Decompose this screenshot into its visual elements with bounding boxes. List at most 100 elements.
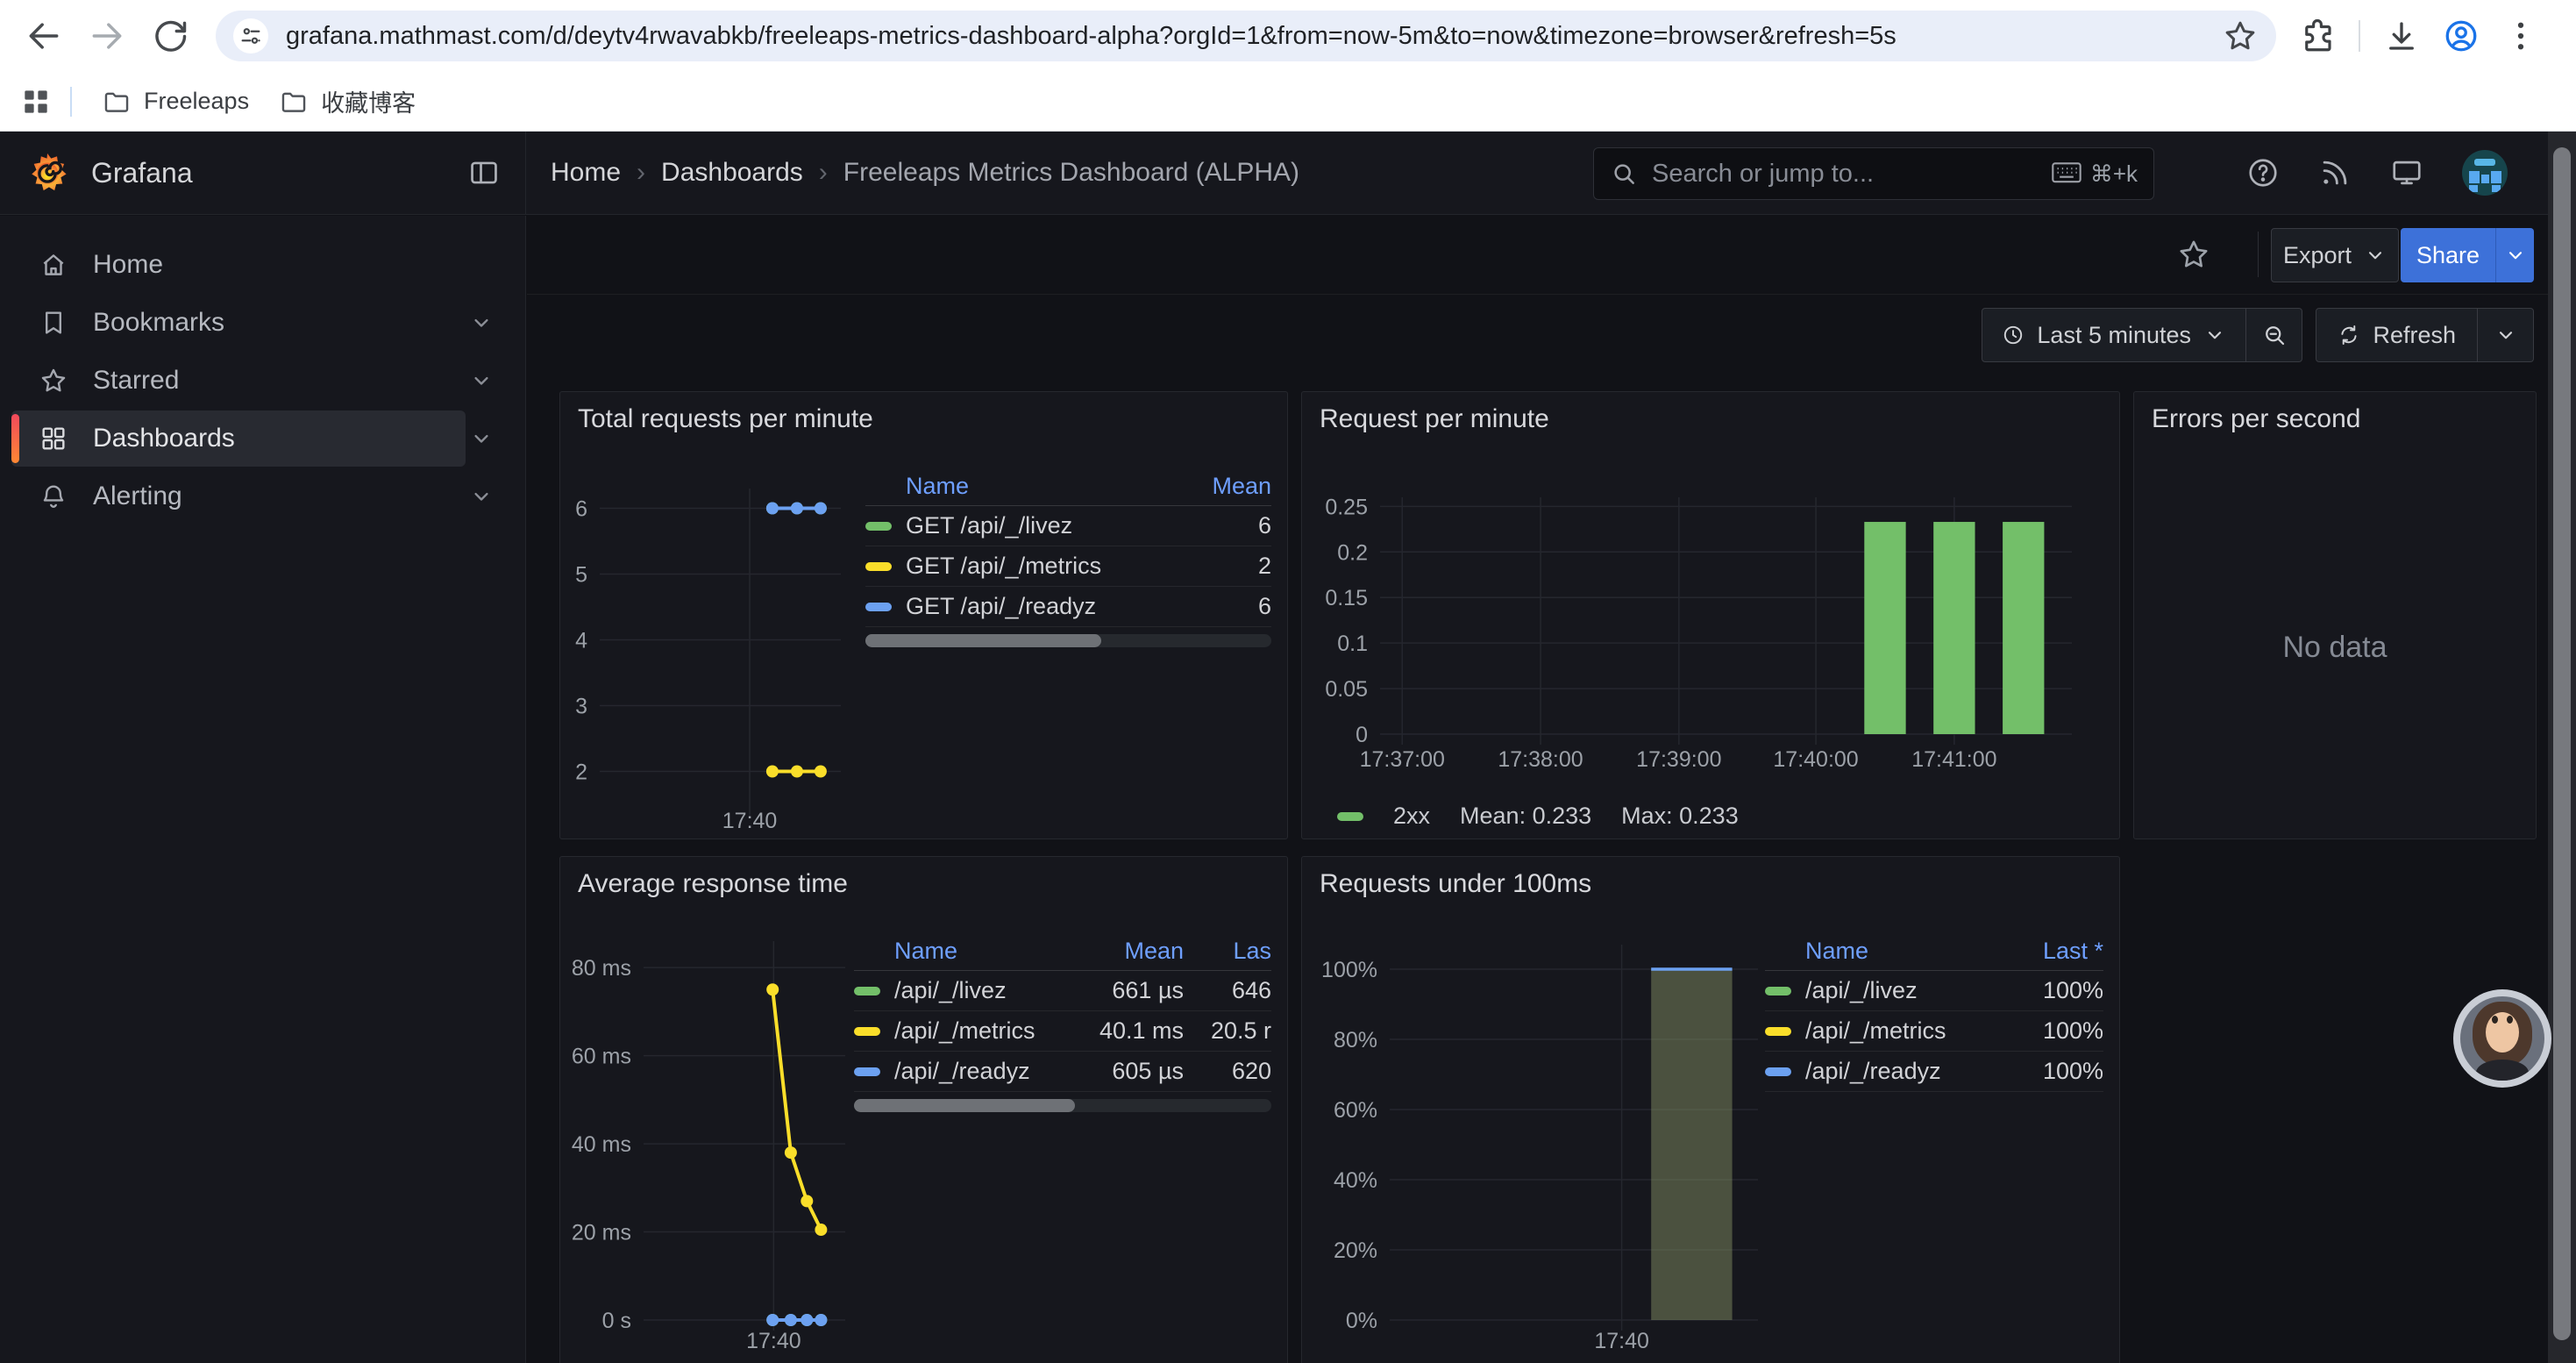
legend-row[interactable]: /api/_/readyz100%: [1765, 1052, 2103, 1092]
time-range-button[interactable]: Last 5 minutes: [1982, 308, 2246, 362]
bookmark-label: Freeleaps: [144, 88, 249, 115]
sidebar-item-label: Bookmarks: [93, 308, 224, 338]
zoom-out-button[interactable]: [2246, 308, 2302, 362]
sidebar-item-alerting[interactable]: Alerting: [0, 468, 525, 525]
legend-scrollbar[interactable]: [865, 634, 1271, 647]
legend-header: NameLast *: [1765, 932, 2103, 971]
share-caret-button[interactable]: [2495, 228, 2534, 282]
breadcrumb-item-1[interactable]: Home: [551, 158, 621, 188]
series-value: 6: [1166, 512, 1271, 539]
legend-row[interactable]: GET /api/_/readyz6: [865, 587, 1271, 627]
legend-row[interactable]: /api/_/livez661 µs646: [854, 971, 1271, 1011]
site-info-icon[interactable]: [233, 18, 268, 54]
page-scrollbar[interactable]: [2548, 132, 2576, 1363]
url-bar[interactable]: grafana.mathmast.com/d/deytv4rwavabkb/fr…: [216, 11, 2276, 61]
assistant-avatar[interactable]: [2453, 989, 2551, 1088]
sidebar-item-home[interactable]: Home: [0, 237, 525, 293]
legend-row[interactable]: /api/_/metrics100%: [1765, 1011, 2103, 1052]
legend-column-mean[interactable]: Mean: [1052, 938, 1184, 965]
svg-text:20 ms: 20 ms: [572, 1221, 631, 1245]
legend-row[interactable]: GET /api/_/livez6: [865, 506, 1271, 546]
legend-column-name[interactable]: Name: [865, 473, 1166, 500]
zoom-out-icon: [2261, 322, 2288, 348]
sidebar-item-bookmarks[interactable]: Bookmarks: [0, 295, 525, 351]
profile-icon[interactable]: [2443, 18, 2480, 54]
refresh-button[interactable]: Refresh: [2316, 308, 2478, 362]
legend-column-last[interactable]: Last *: [2007, 938, 2103, 965]
legend-column-name[interactable]: Name: [854, 938, 1052, 965]
favorite-star-icon[interactable]: [2176, 237, 2211, 272]
legend-row[interactable]: /api/_/metrics40.1 ms20.5 r: [854, 1011, 1271, 1052]
legend-row[interactable]: /api/_/readyz605 µs620: [854, 1052, 1271, 1092]
breadcrumb-separator: ›: [637, 158, 645, 188]
panel-title[interactable]: Errors per second: [2152, 404, 2360, 434]
bookmarks-bar: Freeleaps 收藏博客: [0, 72, 2576, 132]
rss-icon[interactable]: [2318, 156, 2352, 189]
legend-column-mean[interactable]: Mean: [1166, 473, 1271, 500]
legend-row[interactable]: /api/_/livez100%: [1765, 971, 2103, 1011]
browser-menu-icon[interactable]: [2502, 18, 2539, 54]
toolbar-divider: [2359, 20, 2360, 52]
url-text[interactable]: grafana.mathmast.com/d/deytv4rwavabkb/fr…: [286, 22, 2222, 51]
grafana-logo-icon[interactable]: [26, 152, 68, 194]
search-placeholder: Search or jump to...: [1652, 160, 2052, 189]
back-icon[interactable]: [25, 17, 63, 55]
grafana-body: Home Bookmarks StarredDashboardsAlerting E…: [0, 216, 2548, 1363]
refresh-icon: [2338, 324, 2360, 346]
breadcrumb-separator: ›: [819, 158, 828, 188]
search-shortcut: ⌘+k: [2052, 161, 2138, 188]
series-name: /api/_/readyz: [1805, 1058, 1941, 1085]
legend-scrollbar-thumb[interactable]: [865, 634, 1101, 647]
help-icon[interactable]: [2246, 156, 2280, 189]
monitor-icon[interactable]: [2390, 156, 2423, 189]
panel-legend: NameMeanGET /api/_/livez6GET /api/_/metr…: [865, 467, 1271, 647]
grafana-header: Grafana Home›Dashboards›Freeleaps Metric…: [0, 132, 2548, 215]
sidebar-toggle-icon[interactable]: [467, 156, 501, 189]
legend-header: NameMeanLas: [854, 932, 1271, 971]
svg-text:4: 4: [575, 629, 587, 653]
svg-text:0.2: 0.2: [1337, 540, 1368, 565]
legend-row[interactable]: GET /api/_/metrics2: [865, 546, 1271, 587]
search-input[interactable]: Search or jump to... ⌘+k: [1593, 147, 2154, 200]
bookmark-label: 收藏博客: [321, 84, 416, 118]
sidebar-item-dashboards[interactable]: Dashboards: [0, 410, 525, 467]
legend-scrollbar[interactable]: [854, 1099, 1271, 1112]
bookmark-item-1[interactable]: Freeleaps: [102, 87, 249, 117]
legend-column-las[interactable]: Las: [1184, 938, 1271, 965]
no-data-message: No data: [2134, 631, 2536, 665]
panel-bottom-legend[interactable]: 2xxMean: 0.233Max: 0.233: [1337, 803, 1739, 830]
chevron-down-icon: [2504, 244, 2527, 267]
search-icon: [1610, 160, 1638, 188]
grid-icon: [39, 424, 68, 453]
chart-request-per-minute[interactable]: 0.250.20.150.10.05017:37:0017:38:0017:39…: [1302, 392, 2121, 840]
export-button[interactable]: Export: [2271, 228, 2399, 282]
user-avatar[interactable]: [2462, 150, 2508, 196]
series-name: /api/_/readyz: [894, 1058, 1030, 1085]
reload-icon[interactable]: [151, 17, 189, 55]
legend-scrollbar-thumb[interactable]: [854, 1099, 1075, 1112]
series-color-pill: [854, 987, 880, 995]
sidebar-item-starred[interactable]: Starred: [0, 353, 525, 409]
svg-text:60%: 60%: [1334, 1098, 1377, 1123]
legend-header: NameMean: [865, 467, 1271, 506]
chevron-down-icon: [469, 368, 494, 393]
scrollbar-thumb[interactable]: [2553, 147, 2571, 1340]
panel-errors-per-second: Errors per second No data: [2133, 391, 2537, 839]
share-button[interactable]: Share: [2401, 228, 2495, 282]
panel-legend: NameLast */api/_/livez100%/api/_/metrics…: [1765, 932, 2103, 1092]
bookmark-item-2[interactable]: 收藏博客: [279, 84, 416, 118]
bell-icon: [39, 482, 68, 511]
extensions-icon[interactable]: [2299, 18, 2336, 54]
svg-text:17:40: 17:40: [1594, 1329, 1649, 1353]
forward-icon[interactable]: [88, 17, 126, 55]
grafana-header-left: Grafana: [0, 132, 526, 214]
bookmark-icon: [39, 308, 68, 338]
panels-grid: Total requests per minute6543217:40NameM…: [527, 374, 2548, 1363]
panel-legend: NameMeanLas/api/_/livez661 µs646/api/_/m…: [854, 932, 1271, 1112]
refresh-interval-button[interactable]: [2478, 308, 2534, 362]
download-icon[interactable]: [2383, 18, 2420, 54]
bookmark-star-icon[interactable]: [2222, 18, 2259, 54]
apps-grid-icon[interactable]: [19, 85, 53, 118]
legend-column-name[interactable]: Name: [1765, 938, 2007, 965]
breadcrumb-item-2[interactable]: Dashboards: [661, 158, 803, 188]
